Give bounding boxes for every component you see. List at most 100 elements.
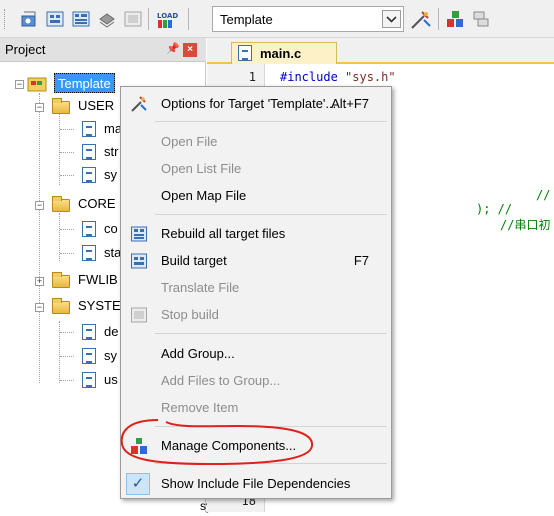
tree-guide bbox=[60, 152, 74, 153]
tree-file-label: us bbox=[104, 372, 118, 387]
load-download-icon[interactable]: LOAD bbox=[155, 10, 181, 28]
tree-guide bbox=[60, 332, 74, 333]
menu-separator bbox=[155, 333, 387, 334]
tree-file[interactable]: sys.c bbox=[0, 496, 227, 516]
c-file-icon bbox=[82, 324, 96, 340]
menu-item-shortcut: F7 bbox=[353, 253, 369, 268]
tree-guide bbox=[60, 253, 74, 254]
code-comment: ); // bbox=[476, 202, 513, 216]
batch-build-icon[interactable] bbox=[98, 10, 116, 28]
target-select-value: Template bbox=[220, 12, 273, 27]
c-file-icon bbox=[82, 167, 96, 183]
tree-guide bbox=[60, 175, 74, 176]
target-options-icon bbox=[131, 96, 147, 112]
menu-item-shortcut: Alt+F7 bbox=[331, 96, 369, 111]
c-file-icon bbox=[82, 372, 96, 388]
manage-components-icon[interactable] bbox=[446, 10, 464, 28]
code-string: "sys.h" bbox=[345, 70, 396, 84]
toolbar: LOAD Template bbox=[0, 0, 554, 38]
code-comment: // bbox=[536, 188, 551, 202]
project-panel-header: Project 📌 × bbox=[0, 38, 206, 62]
tree-root-label[interactable]: Template bbox=[54, 73, 115, 93]
checkmark-icon: ✓ bbox=[126, 473, 150, 495]
tree-group-label: USER bbox=[78, 98, 115, 113]
translate-icon[interactable] bbox=[20, 10, 38, 28]
tab-label: main.c bbox=[260, 46, 302, 61]
chevron-down-icon[interactable] bbox=[382, 10, 401, 28]
c-file-icon bbox=[82, 121, 96, 137]
toolbar-grip[interactable] bbox=[4, 9, 7, 29]
folder-icon bbox=[52, 98, 70, 114]
code-line: #include "sys.h" bbox=[280, 70, 396, 84]
tree-file-label: str bbox=[104, 144, 119, 159]
menu-item-label: Add Files to Group... bbox=[161, 373, 281, 388]
menu-item-rebuild-all[interactable]: Rebuild all target files bbox=[121, 221, 391, 247]
menu-item-label: Stop build bbox=[161, 307, 219, 322]
rebuild-icon[interactable] bbox=[72, 10, 90, 28]
select-packs-icon[interactable] bbox=[472, 10, 490, 28]
menu-item-options-for-target[interactable]: Options for Target 'Template'... Alt+F7 bbox=[121, 91, 391, 117]
tree-guide bbox=[60, 129, 74, 130]
editor-tab-strip: main.c bbox=[207, 38, 554, 64]
build-icon[interactable] bbox=[46, 10, 64, 28]
collapse-icon[interactable]: − bbox=[35, 103, 44, 112]
project-panel-title: Project bbox=[5, 42, 46, 57]
tree-group-label: SYSTE bbox=[78, 298, 121, 313]
menu-item-label: Build target bbox=[161, 253, 227, 268]
collapse-icon[interactable]: − bbox=[35, 201, 44, 210]
folder-icon bbox=[52, 272, 70, 288]
pin-icon[interactable]: 📌 bbox=[166, 42, 180, 55]
menu-item-add-group[interactable]: Add Group... bbox=[121, 341, 391, 367]
code-comment: //串口初 bbox=[500, 218, 551, 232]
c-file-icon bbox=[82, 221, 96, 237]
c-file-icon bbox=[82, 245, 96, 261]
menu-separator bbox=[155, 121, 387, 122]
rebuild-icon bbox=[131, 226, 147, 242]
tree-guide bbox=[60, 229, 74, 230]
folder-icon bbox=[52, 196, 70, 212]
toolbar-separator bbox=[148, 8, 149, 30]
collapse-icon[interactable]: − bbox=[35, 303, 44, 312]
expand-icon[interactable]: + bbox=[35, 277, 44, 286]
menu-item-open-map-file[interactable]: Open Map File bbox=[121, 183, 391, 209]
menu-item-label: Remove Item bbox=[161, 400, 239, 415]
menu-separator bbox=[155, 214, 387, 215]
c-file-icon bbox=[238, 45, 252, 61]
tree-file-label: sy bbox=[104, 167, 117, 182]
line-number: 1 bbox=[248, 70, 256, 84]
menu-item-label: Open List File bbox=[161, 161, 242, 176]
collapse-icon[interactable]: − bbox=[15, 80, 24, 89]
menu-item-label: Open File bbox=[161, 134, 218, 149]
menu-item-build-target[interactable]: Build target F7 bbox=[121, 248, 391, 274]
tree-guide bbox=[60, 380, 74, 381]
menu-item-open-list-file[interactable]: Open List File bbox=[121, 156, 391, 182]
target-icon bbox=[27, 77, 47, 92]
stop-build-icon[interactable] bbox=[124, 10, 142, 28]
toolbar-separator bbox=[188, 8, 189, 30]
c-file-icon bbox=[82, 144, 96, 160]
menu-item-label: Options for Target 'Template'... bbox=[161, 96, 337, 111]
toolbar-separator bbox=[438, 8, 439, 30]
menu-item-open-file[interactable]: Open File bbox=[121, 129, 391, 155]
close-icon[interactable]: × bbox=[183, 43, 197, 57]
menu-item-stop-build[interactable]: Stop build bbox=[121, 302, 391, 328]
tab-main-c[interactable]: main.c bbox=[231, 42, 337, 64]
menu-item-label: Show Include File Dependencies bbox=[161, 476, 351, 491]
tree-file-label: sta bbox=[104, 245, 122, 260]
menu-item-label: Rebuild all target files bbox=[161, 226, 286, 241]
annotation-circle bbox=[120, 419, 314, 466]
build-icon bbox=[131, 253, 147, 269]
tree-guide bbox=[60, 356, 74, 357]
menu-item-label: Add Group... bbox=[161, 346, 235, 361]
menu-item-show-include-deps[interactable]: ✓ Show Include File Dependencies bbox=[121, 471, 391, 497]
menu-item-add-files-to-group[interactable]: Add Files to Group... bbox=[121, 368, 391, 394]
target-options-icon[interactable] bbox=[410, 10, 432, 29]
menu-item-label: Open Map File bbox=[161, 188, 247, 203]
menu-item-label: Translate File bbox=[161, 280, 240, 295]
stop-build-icon bbox=[131, 307, 147, 323]
tree-file-label: co bbox=[104, 221, 118, 236]
menu-item-translate-file[interactable]: Translate File bbox=[121, 275, 391, 301]
load-label: LOAD bbox=[157, 12, 178, 20]
target-select[interactable]: Template bbox=[212, 6, 404, 32]
tree-group-label: FWLIB bbox=[78, 272, 118, 287]
